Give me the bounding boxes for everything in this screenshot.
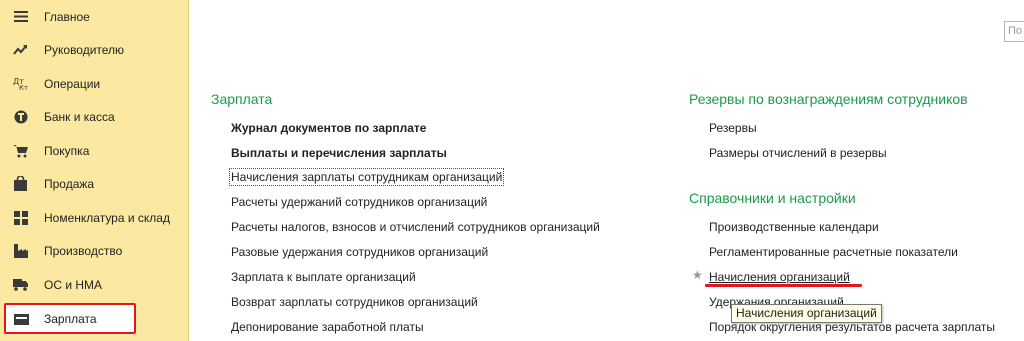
- sidebar-item-nomenclature[interactable]: Номенклатура и склад: [0, 201, 188, 234]
- sidebar: Главное Руководителю Дт Кт Операции Банк …: [0, 0, 189, 341]
- sidebar-item-label: Продажа: [44, 176, 95, 191]
- link-salary-payments[interactable]: Выплаты и перечисления зарплаты: [231, 146, 447, 160]
- section-title-settings: Справочники и настройки: [689, 190, 856, 206]
- link-salary-accruals[interactable]: Начисления зарплаты сотрудникам организа…: [228, 168, 505, 186]
- search-input[interactable]: По: [1004, 21, 1024, 42]
- sidebar-item-label: Операции: [44, 76, 101, 91]
- sidebar-item-bank[interactable]: Банк и касса: [0, 100, 188, 133]
- link-deduction-calcs[interactable]: Расчеты удержаний сотрудников организаци…: [231, 195, 487, 209]
- cart-icon: [13, 143, 28, 158]
- truck-icon: [13, 277, 28, 292]
- trend-line-icon: [13, 42, 28, 57]
- sidebar-item-label: Покупка: [44, 143, 90, 158]
- sidebar-item-fixed-assets[interactable]: ОС и НМА: [0, 268, 188, 301]
- link-production-calendars[interactable]: Производственные календари: [709, 220, 879, 234]
- svg-text:Кт: Кт: [19, 84, 28, 91]
- link-reserve-rates[interactable]: Размеры отчислений в резервы: [709, 146, 887, 160]
- grid-icon: [13, 210, 28, 225]
- link-salary-return[interactable]: Возврат зарплаты сотрудников организаций: [231, 295, 478, 309]
- sidebar-item-purchase[interactable]: Покупка: [0, 134, 188, 167]
- link-one-time-deductions[interactable]: Разовые удержания сотрудников организаци…: [231, 245, 488, 259]
- bag-icon: [13, 176, 28, 191]
- sidebar-item-label: ОС и НМА: [44, 277, 103, 292]
- sidebar-item-sales[interactable]: Продажа: [0, 167, 188, 200]
- highlight-underline: [705, 284, 862, 287]
- debit-credit-icon: Дт Кт: [13, 76, 28, 91]
- section-title-salary: Зарплата: [211, 91, 273, 107]
- link-regulated-indicators[interactable]: Регламентированные расчетные показатели: [709, 245, 958, 259]
- sidebar-item-label: Зарплата: [44, 311, 97, 326]
- sidebar-item-operations[interactable]: Дт Кт Операции: [0, 67, 188, 100]
- sidebar-item-label: Банк и касса: [44, 109, 115, 124]
- link-reserves[interactable]: Резервы: [709, 121, 757, 135]
- menu-lines-icon: [13, 9, 28, 24]
- sidebar-item-manager[interactable]: Руководителю: [0, 33, 188, 66]
- sidebar-item-salary[interactable]: Зарплата: [4, 303, 136, 334]
- sidebar-item-label: Номенклатура и склад: [44, 210, 170, 225]
- link-tax-calcs[interactable]: Расчеты налогов, взносов и отчислений со…: [231, 220, 600, 234]
- sidebar-item-production[interactable]: Производство: [0, 234, 188, 267]
- sidebar-item-label: Руководителю: [44, 42, 125, 57]
- sidebar-item-label: Главное: [44, 9, 90, 24]
- link-salary-deposit[interactable]: Депонирование заработной платы: [231, 320, 424, 334]
- sidebar-item-main[interactable]: Главное: [0, 0, 188, 33]
- coin-icon: [13, 109, 28, 124]
- tooltip: Начисления организаций: [731, 304, 882, 323]
- section-title-reserves: Резервы по вознаграждениям сотрудников: [689, 91, 968, 107]
- link-salary-to-pay[interactable]: Зарплата к выплате организаций: [231, 270, 416, 284]
- factory-icon: [13, 243, 28, 258]
- star-icon[interactable]: ★: [692, 268, 703, 282]
- link-salary-journal[interactable]: Журнал документов по зарплате: [231, 121, 426, 135]
- sidebar-item-label: Производство: [44, 243, 123, 258]
- wallet-icon: [14, 312, 29, 327]
- link-org-accruals[interactable]: Начисления организаций: [709, 270, 850, 284]
